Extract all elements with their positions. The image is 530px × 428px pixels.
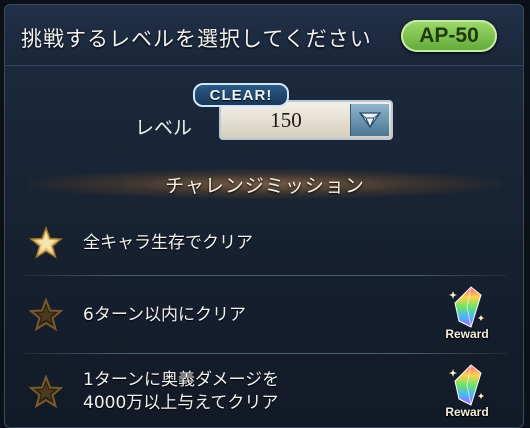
dropdown-button[interactable] [350,104,389,136]
level-label: レベル [135,117,193,139]
diamond-dropdown-icon [358,112,382,129]
ap-cost-badge: AP-50 [401,20,497,52]
rainbow-crystal-icon [449,286,484,328]
mission-text-line: 1ターンに奥義ダメージを [83,370,280,390]
dialog-header: 挑戦するレベルを選択してください AP-50 [5,5,523,66]
divider [23,275,507,276]
dialog-title: 挑戦するレベルを選択してください [21,27,372,51]
challenge-mission-title: チャレンジミッション [165,174,365,197]
reward-label: Reward [445,327,489,341]
level-value: 150 [270,107,302,132]
star-unachieved-icon [29,375,63,409]
mission-item: 全キャラ生存でクリア [23,217,507,269]
challenge-mission-header: チャレンジミッション [29,163,501,205]
ap-cost-label: AP-50 [419,24,479,47]
mission-text: 全キャラ生存でクリア [83,232,253,253]
star-achieved-icon [29,226,63,259]
mission-text: 6ターン以内にクリア [83,304,246,325]
mission-item: 6ターン以内にクリア Reward [23,277,507,353]
level-row: CLEAR! レベル 150 [5,83,523,153]
reward-item[interactable]: Reward [437,285,497,347]
reward-item[interactable]: Reward [437,363,497,425]
reward-label: Reward [445,405,489,419]
star-unachieved-icon [29,298,63,332]
mission-text-line: 4000万以上与えてクリア [83,393,279,413]
divider [23,353,507,354]
rainbow-crystal-icon [449,364,484,406]
level-select-dialog: 挑戦するレベルを選択してください AP-50 CLEAR! レベル 150 チャ… [4,4,524,428]
mission-item: 1ターンに奥義ダメージを 4000万以上与えてクリア Reward [23,355,507,427]
clear-badge: CLEAR! [193,83,289,107]
mission-text: 1ターンに奥義ダメージを 4000万以上与えてクリア [83,369,279,415]
